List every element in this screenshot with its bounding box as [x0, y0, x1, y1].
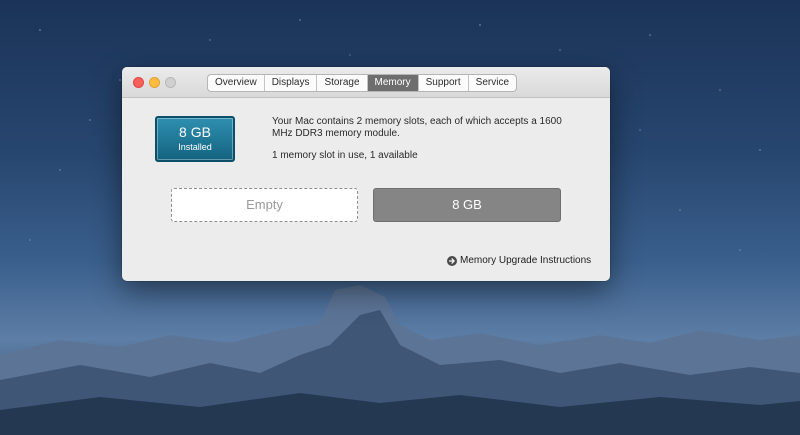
installed-memory-label: Installed — [178, 142, 212, 152]
tab-service[interactable]: Service — [469, 75, 516, 91]
installed-memory-size: 8 GB — [179, 124, 211, 140]
memory-slot-status: 1 memory slot in use, 1 available — [272, 150, 418, 161]
tab-bar: Overview Displays Storage Memory Support… — [207, 74, 518, 92]
tab-memory[interactable]: Memory — [367, 75, 419, 91]
tab-storage[interactable]: Storage — [317, 75, 368, 91]
tab-displays[interactable]: Displays — [265, 75, 318, 91]
zoom-button[interactable] — [165, 77, 176, 88]
desktop: Overview Displays Storage Memory Support… — [0, 0, 800, 435]
about-this-mac-window: Overview Displays Storage Memory Support… — [122, 67, 610, 281]
minimize-button[interactable] — [149, 77, 160, 88]
memory-slot-filled: 8 GB — [373, 188, 561, 222]
memory-description: Your Mac contains 2 memory slots, each o… — [272, 116, 572, 162]
installed-memory-badge: 8 GB Installed — [155, 116, 235, 162]
memory-slots-description: Your Mac contains 2 memory slots, each o… — [272, 116, 562, 139]
title-bar[interactable]: Overview Displays Storage Memory Support… — [122, 67, 610, 98]
memory-panel: 8 GB Installed Your Mac contains 2 memor… — [122, 98, 610, 281]
yosemite-mountains — [0, 285, 800, 435]
arrow-circle-right-icon — [447, 255, 457, 266]
tab-overview[interactable]: Overview — [208, 75, 265, 91]
memory-upgrade-instructions-link[interactable]: Memory Upgrade Instructions — [447, 255, 591, 266]
memory-slot-empty: Empty — [171, 188, 358, 222]
close-button[interactable] — [133, 77, 144, 88]
tab-support[interactable]: Support — [419, 75, 469, 91]
memory-upgrade-instructions-label: Memory Upgrade Instructions — [460, 255, 592, 266]
